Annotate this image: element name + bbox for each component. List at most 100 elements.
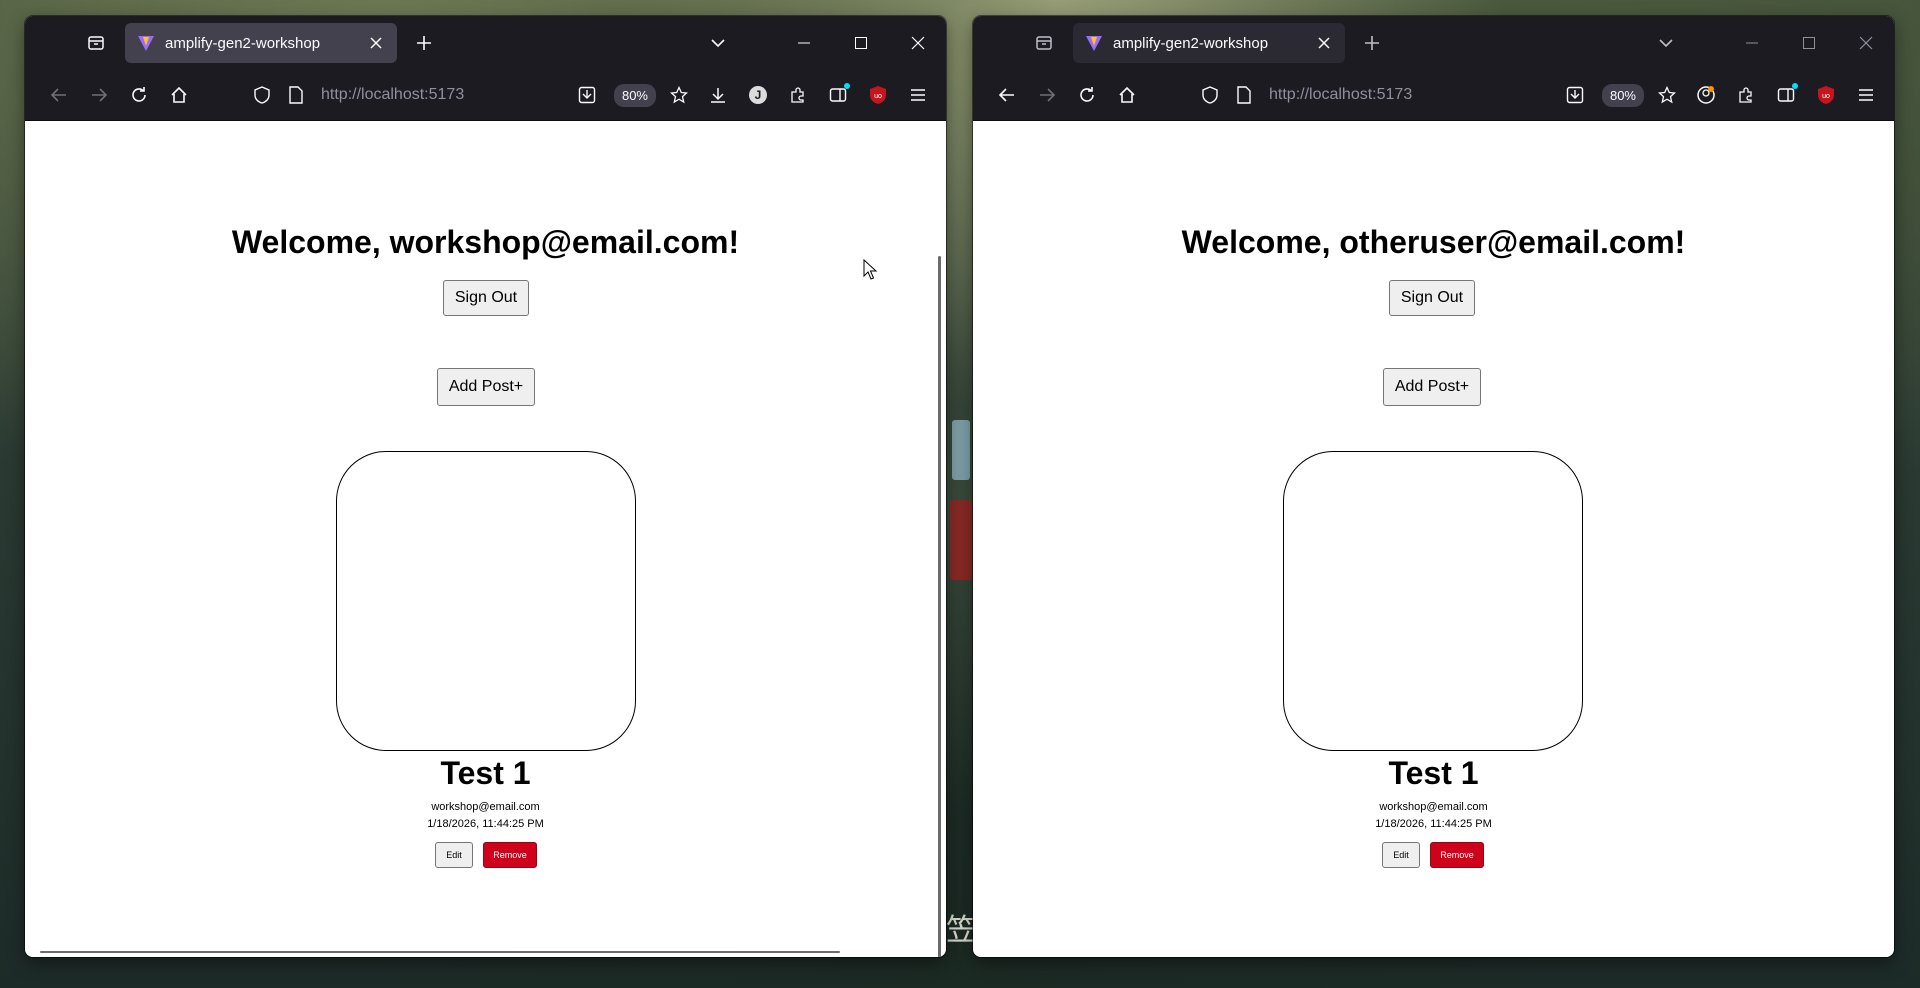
horizontal-scrollbar[interactable] (40, 951, 840, 953)
post-author: workshop@email.com (1379, 801, 1488, 813)
forward-button[interactable] (1027, 75, 1067, 115)
ublock-shield-icon: uo (870, 86, 886, 104)
list-all-tabs-button[interactable] (1647, 24, 1685, 62)
minimize-button[interactable] (1723, 16, 1780, 70)
maximize-button[interactable] (832, 16, 889, 70)
navigation-toolbar: http://localhost:5173 80% uo (973, 70, 1894, 121)
minimize-icon (797, 42, 810, 44)
edit-post-button[interactable]: Edit (1382, 842, 1420, 868)
plus-icon (1365, 36, 1379, 50)
firefox-view-button[interactable] (77, 24, 115, 62)
chevron-down-icon (711, 39, 725, 48)
maximize-button[interactable] (1780, 16, 1837, 70)
back-button[interactable] (987, 75, 1027, 115)
firefox-view-icon (88, 36, 104, 50)
forward-button[interactable] (79, 75, 119, 115)
new-tab-button[interactable] (1353, 24, 1391, 62)
reload-button[interactable] (119, 75, 159, 115)
save-to-pocket-icon[interactable] (1560, 80, 1590, 110)
account-button[interactable]: J (738, 75, 778, 115)
svg-text:uo: uo (1822, 93, 1830, 100)
ublock-origin-button[interactable]: uo (858, 75, 898, 115)
maximize-icon (854, 37, 867, 49)
account-button[interactable] (1686, 75, 1726, 115)
url-bar[interactable]: http://localhost:5173 80% (1195, 75, 1686, 115)
hamburger-menu-icon (911, 89, 925, 101)
vite-favicon-icon (138, 36, 154, 51)
edit-post-button[interactable]: Edit (435, 842, 473, 868)
avatar: J (749, 86, 767, 104)
ublock-shield-icon: uo (1818, 86, 1834, 104)
puzzle-piece-icon (1739, 87, 1752, 103)
tab-title: amplify-gen2-workshop (165, 34, 321, 52)
close-tab-icon[interactable] (367, 34, 385, 52)
arrow-right-icon (1040, 88, 1056, 102)
arrow-left-icon (998, 88, 1014, 102)
post-image (336, 451, 636, 751)
sign-out-button[interactable]: Sign Out (443, 280, 529, 316)
downloads-button[interactable] (698, 75, 738, 115)
reload-icon (1080, 87, 1094, 102)
browser-window-left: amplify-gen2-workshop http://localhost:5… (25, 16, 946, 957)
firefox-view-button[interactable] (1025, 24, 1063, 62)
add-post-button[interactable]: Add Post+ (1383, 368, 1481, 406)
close-window-button[interactable] (889, 16, 946, 70)
tab-bar: amplify-gen2-workshop (25, 16, 946, 70)
bookmark-star-icon[interactable] (1652, 80, 1682, 110)
puzzle-piece-icon (791, 87, 804, 103)
home-icon (1119, 86, 1135, 103)
arrow-left-icon (50, 88, 66, 102)
ublock-origin-button[interactable]: uo (1806, 75, 1846, 115)
firefox-view-icon (1036, 36, 1052, 50)
page-info-icon[interactable] (1229, 80, 1259, 110)
extensions-button[interactable] (778, 75, 818, 115)
browser-tab[interactable]: amplify-gen2-workshop (125, 23, 397, 63)
chevron-down-icon (1659, 39, 1673, 48)
sidebar-button[interactable] (1766, 75, 1806, 115)
remove-post-button[interactable]: Remove (483, 842, 537, 868)
remove-post-button[interactable]: Remove (1430, 842, 1484, 868)
download-icon (711, 88, 725, 103)
sign-out-button[interactable]: Sign Out (1389, 280, 1475, 316)
close-icon (1859, 36, 1872, 50)
reload-button[interactable] (1067, 75, 1107, 115)
back-button[interactable] (39, 75, 79, 115)
tracking-protection-shield-icon[interactable] (247, 80, 277, 110)
firefox-account-icon (1697, 86, 1715, 104)
tracking-protection-shield-icon[interactable] (1195, 80, 1225, 110)
close-tab-icon[interactable] (1315, 34, 1333, 52)
vertical-scrollbar[interactable] (938, 256, 941, 957)
bookmark-star-icon[interactable] (664, 80, 694, 110)
extensions-button[interactable] (1726, 75, 1766, 115)
mouse-cursor-icon (863, 259, 877, 281)
arrow-right-icon (92, 88, 108, 102)
app-menu-button[interactable] (898, 75, 938, 115)
page-content: Welcome, otheruser@email.com! Sign Out A… (973, 121, 1894, 957)
minimize-button[interactable] (775, 16, 832, 70)
reload-icon (132, 87, 146, 102)
home-button[interactable] (159, 75, 199, 115)
app-menu-button[interactable] (1846, 75, 1886, 115)
post-image (1283, 451, 1583, 751)
desktop-wallpaper-glyph: 笠 (946, 913, 976, 948)
page-content: Welcome, workshop@email.com! Sign Out Ad… (25, 121, 946, 957)
home-button[interactable] (1107, 75, 1147, 115)
browser-tab[interactable]: amplify-gen2-workshop (1073, 23, 1345, 63)
notification-dot (1792, 83, 1798, 89)
post-date: 1/18/2026, 11:44:25 PM (427, 818, 544, 830)
sidebar-button[interactable] (818, 75, 858, 115)
add-post-button[interactable]: Add Post+ (437, 368, 535, 406)
save-to-pocket-icon[interactable] (572, 80, 602, 110)
url-bar[interactable]: http://localhost:5173 80% (247, 75, 698, 115)
page-info-icon[interactable] (281, 80, 311, 110)
url-text: http://localhost:5173 (321, 86, 465, 103)
list-all-tabs-button[interactable] (699, 24, 737, 62)
post-date: 1/18/2026, 11:44:25 PM (1375, 818, 1492, 830)
close-icon (911, 36, 924, 50)
new-tab-button[interactable] (405, 24, 443, 62)
zoom-level-badge[interactable]: 80% (1601, 83, 1644, 107)
close-window-button[interactable] (1837, 16, 1894, 70)
home-icon (171, 86, 187, 103)
zoom-level-badge[interactable]: 80% (613, 83, 656, 107)
desktop-wallpaper-detail (952, 420, 970, 480)
